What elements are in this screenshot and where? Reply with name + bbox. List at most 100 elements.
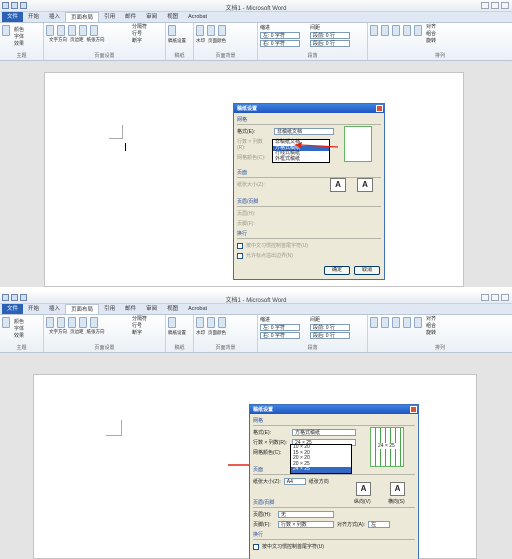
- size-icon[interactable]: [79, 317, 87, 328]
- margins-button[interactable]: 页边距: [70, 37, 84, 43]
- manuscript-icon[interactable]: [168, 25, 176, 36]
- theme-fonts[interactable]: 字体: [14, 326, 24, 333]
- align-button[interactable]: 对齐: [426, 24, 436, 31]
- rotate-button[interactable]: 旋转: [426, 38, 436, 45]
- wrap-checkbox-1[interactable]: [253, 543, 259, 550]
- send-backward-icon[interactable]: [403, 317, 411, 328]
- maximize-icon[interactable]: [491, 294, 499, 301]
- minimize-icon[interactable]: [481, 2, 489, 9]
- indent-left[interactable]: 左: 0 字符: [260, 32, 300, 39]
- tab-view[interactable]: 视图: [162, 12, 183, 22]
- selection-pane-icon[interactable]: [414, 317, 422, 328]
- bring-forward-icon[interactable]: [392, 317, 400, 328]
- group-button[interactable]: 组合: [426, 31, 436, 38]
- bring-forward-icon[interactable]: [392, 25, 400, 36]
- spacing-before[interactable]: 段前: 0 行: [310, 32, 350, 39]
- theme-icon[interactable]: [2, 317, 10, 328]
- orientation-button[interactable]: 纸张方向: [87, 329, 105, 335]
- group-button[interactable]: 组合: [426, 323, 436, 330]
- position-icon[interactable]: [370, 25, 378, 36]
- align-button[interactable]: 对齐: [426, 316, 436, 323]
- format-select[interactable]: 方格式稿纸: [292, 429, 356, 436]
- close-icon[interactable]: [501, 294, 509, 301]
- portrait-icon[interactable]: A: [356, 482, 371, 496]
- wrap-checkbox-1[interactable]: [237, 242, 243, 249]
- rowcol-option[interactable]: 24 × 25: [291, 466, 351, 473]
- tab-page-layout[interactable]: 页面布局: [65, 12, 100, 22]
- theme-icon[interactable]: [2, 25, 10, 36]
- margins-icon[interactable]: [57, 317, 65, 328]
- wrap-text-icon[interactable]: [381, 25, 389, 36]
- tab-page-layout[interactable]: 页面布局: [65, 304, 100, 314]
- orientation-button[interactable]: 纸张方向: [87, 37, 105, 43]
- cancel-button[interactable]: 取消: [354, 266, 380, 275]
- hyphenation-button[interactable]: 断字: [132, 38, 147, 45]
- tab-insert[interactable]: 插入: [44, 12, 65, 22]
- margins-icon[interactable]: [57, 25, 65, 36]
- indent-left[interactable]: 左: 0 字符: [260, 324, 300, 331]
- rotate-button[interactable]: 旋转: [426, 330, 436, 337]
- tab-references[interactable]: 引用: [99, 12, 120, 22]
- page-color-button[interactable]: 页面颜色: [208, 330, 226, 336]
- selection-pane-icon[interactable]: [414, 25, 422, 36]
- page-color-icon[interactable]: [207, 25, 215, 36]
- tab-review[interactable]: 审阅: [141, 304, 162, 314]
- landscape-icon[interactable]: A: [390, 482, 405, 496]
- watermark-button[interactable]: 水印: [196, 330, 205, 336]
- indent-right[interactable]: 右: 0 字符: [260, 40, 300, 47]
- close-icon[interactable]: [410, 406, 417, 413]
- ok-button[interactable]: 确定: [324, 266, 350, 275]
- tab-home[interactable]: 开始: [23, 304, 44, 314]
- spacing-before[interactable]: 段前: 0 行: [310, 324, 350, 331]
- page-color-icon[interactable]: [207, 317, 215, 328]
- text-direction-button[interactable]: 文字方向: [49, 329, 67, 335]
- tab-acrobat[interactable]: Acrobat: [183, 12, 212, 22]
- orientation-icon[interactable]: [68, 25, 76, 36]
- landscape-icon[interactable]: A: [357, 178, 373, 192]
- size-icon[interactable]: [79, 25, 87, 36]
- columns-icon[interactable]: [90, 25, 98, 36]
- rowcol-dropdown-list[interactable]: 10 × 20 15 × 20 20 × 20 20 × 25 24 × 25: [290, 444, 352, 474]
- spacing-after[interactable]: 段后: 0 行: [310, 332, 350, 339]
- tab-mailings[interactable]: 邮件: [120, 12, 141, 22]
- page-border-icon[interactable]: [218, 25, 226, 36]
- text-direction-icon[interactable]: [46, 25, 54, 36]
- breaks-button[interactable]: 分隔符: [132, 316, 147, 323]
- header-select[interactable]: 无: [278, 511, 334, 518]
- send-backward-icon[interactable]: [403, 25, 411, 36]
- theme-effects[interactable]: 效果: [14, 41, 24, 48]
- tab-home[interactable]: 开始: [23, 12, 44, 22]
- orientation-icon[interactable]: [68, 317, 76, 328]
- text-direction-button[interactable]: 文字方向: [49, 37, 67, 43]
- indent-right[interactable]: 右: 0 字符: [260, 332, 300, 339]
- hyphenation-button[interactable]: 断字: [132, 330, 147, 337]
- tab-file[interactable]: 文件: [2, 12, 24, 22]
- theme-fonts[interactable]: 字体: [14, 34, 24, 41]
- tab-references[interactable]: 引用: [99, 304, 120, 314]
- minimize-icon[interactable]: [481, 294, 489, 301]
- text-direction-icon[interactable]: [46, 317, 54, 328]
- wrap-checkbox-2[interactable]: [237, 252, 243, 259]
- tab-view[interactable]: 视图: [162, 304, 183, 314]
- theme-colors[interactable]: 颜色: [14, 27, 24, 34]
- close-icon[interactable]: [501, 2, 509, 9]
- manuscript-icon[interactable]: [168, 317, 176, 328]
- portrait-icon[interactable]: A: [330, 178, 346, 192]
- margins-button[interactable]: 页边距: [70, 329, 84, 335]
- theme-colors[interactable]: 颜色: [14, 319, 24, 326]
- line-numbers-button[interactable]: 行号: [132, 31, 147, 38]
- position-icon[interactable]: [370, 317, 378, 328]
- close-icon[interactable]: [376, 105, 383, 112]
- format-select[interactable]: 非稿纸文档: [274, 128, 334, 135]
- columns-icon[interactable]: [90, 317, 98, 328]
- tab-review[interactable]: 审阅: [141, 12, 162, 22]
- tab-mailings[interactable]: 邮件: [120, 304, 141, 314]
- align-select[interactable]: 左: [368, 521, 391, 528]
- watermark-icon[interactable]: [196, 25, 204, 36]
- manuscript-settings-button[interactable]: 稿纸设置: [168, 330, 191, 336]
- paper-size-select[interactable]: A4: [283, 478, 306, 485]
- tab-insert[interactable]: 插入: [44, 304, 65, 314]
- format-option[interactable]: 外框式稿纸: [273, 156, 329, 163]
- spacing-after[interactable]: 段后: 0 行: [310, 40, 350, 47]
- wrap-text-icon[interactable]: [381, 317, 389, 328]
